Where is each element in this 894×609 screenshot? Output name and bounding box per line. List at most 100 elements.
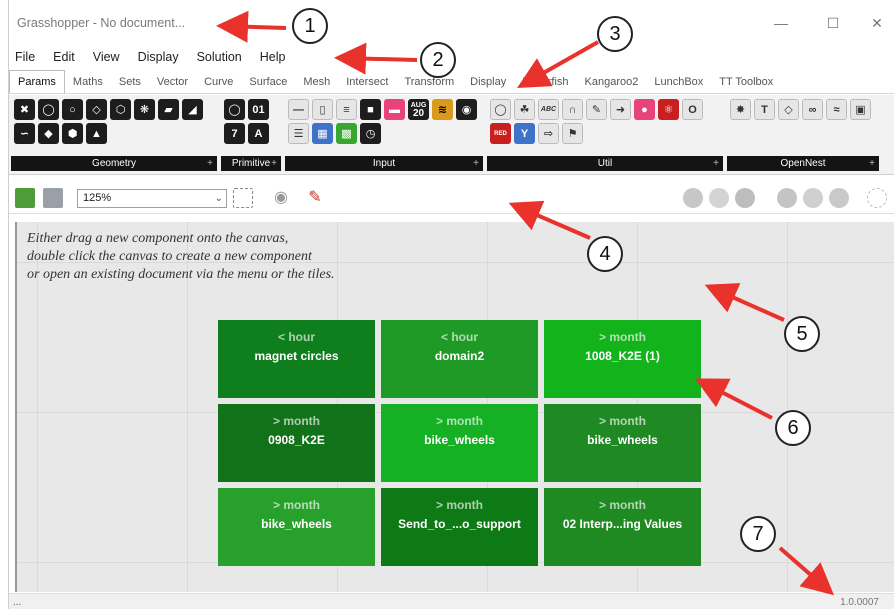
loops-icon[interactable]: ∞: [802, 99, 823, 120]
expand-icon[interactable]: +: [271, 156, 277, 171]
tab-surface[interactable]: Surface: [241, 72, 295, 93]
tab-pufferfish[interactable]: Pufferfish: [514, 72, 576, 93]
tab-mesh[interactable]: Mesh: [295, 72, 338, 93]
dotted-circle-icon[interactable]: [867, 188, 887, 208]
expand-icon[interactable]: +: [207, 156, 213, 171]
arrow-right-icon[interactable]: ➜: [610, 99, 631, 120]
arrow-outline-icon[interactable]: ⇨: [538, 123, 559, 144]
preview-sphere-icon[interactable]: [829, 188, 849, 208]
image-sampler-icon[interactable]: ▩: [336, 123, 357, 144]
menu-help[interactable]: Help: [260, 50, 286, 64]
geometry-param-icon[interactable]: ▲: [86, 123, 107, 144]
tab-intersect[interactable]: Intersect: [338, 72, 396, 93]
preview-shaded-icon[interactable]: [735, 188, 755, 208]
tab-maths[interactable]: Maths: [65, 72, 111, 93]
gradient-icon[interactable]: ▬: [384, 99, 405, 120]
value-list-icon[interactable]: ≡: [336, 99, 357, 120]
number-slider-icon[interactable]: ―: [288, 99, 309, 120]
flask-icon[interactable]: ⚑: [562, 123, 583, 144]
tab-params[interactable]: Params: [9, 70, 65, 93]
menu-file[interactable]: File: [15, 50, 35, 64]
curve-param-icon[interactable]: ∽: [14, 123, 35, 144]
calendar-icon[interactable]: AUG 20: [408, 99, 429, 120]
circle-param-icon[interactable]: ◯: [38, 99, 59, 120]
annotation-7: 7: [740, 516, 776, 552]
twisted-box-param-icon[interactable]: ⬢: [62, 123, 83, 144]
list-input-icon[interactable]: ☰: [288, 123, 309, 144]
text-t-icon[interactable]: T: [754, 99, 775, 120]
ring-icon[interactable]: O: [682, 99, 703, 120]
red-button-icon[interactable]: RED: [490, 123, 511, 144]
recent-file-tile[interactable]: > month bike_wheels: [544, 404, 701, 482]
digit-scroller-icon[interactable]: ◉: [456, 99, 477, 120]
save-file-icon[interactable]: [43, 188, 63, 208]
menu-view[interactable]: View: [93, 50, 120, 64]
glasses-icon[interactable]: ◯: [490, 99, 511, 120]
fruit-icon[interactable]: ●: [634, 99, 655, 120]
number-param-icon[interactable]: 7: [224, 123, 245, 144]
abc-icon[interactable]: ABC: [538, 99, 559, 120]
badge-icon[interactable]: ▣: [850, 99, 871, 120]
zoom-select[interactable]: 125% ⌄: [77, 189, 227, 208]
tab-lunchbox[interactable]: LunchBox: [646, 72, 711, 93]
mesh-param-icon[interactable]: ❋: [134, 99, 155, 120]
opennest-group: ✸ T ◇ ∞ ≈ ▣ OpenNest +: [727, 97, 879, 171]
maximize-icon[interactable]: ☐: [823, 14, 843, 32]
magnet-icon[interactable]: ∩: [562, 99, 583, 120]
plane-param-icon[interactable]: ▰: [158, 99, 179, 120]
tab-curve[interactable]: Curve: [196, 72, 241, 93]
recent-file-tile[interactable]: > month bike_wheels: [218, 488, 375, 566]
zoom-extents-icon[interactable]: [233, 188, 253, 208]
signal-icon[interactable]: ≈: [826, 99, 847, 120]
recent-file-tile[interactable]: > month 1008_K2E (1): [544, 320, 701, 398]
tab-kangaroo2[interactable]: Kangaroo2: [577, 72, 647, 93]
open-file-icon[interactable]: [15, 188, 35, 208]
tab-tt-toolbox[interactable]: TT Toolbox: [711, 72, 781, 93]
surface-param-icon[interactable]: ◆: [38, 123, 59, 144]
button-input-icon[interactable]: ■: [360, 99, 381, 120]
text-param-icon[interactable]: A: [248, 123, 269, 144]
tab-vector[interactable]: Vector: [149, 72, 196, 93]
annotation-4: 4: [587, 236, 623, 272]
integer-param-icon[interactable]: 01: [248, 99, 269, 120]
panel-icon[interactable]: ▯: [312, 99, 333, 120]
tab-display[interactable]: Display: [462, 72, 514, 93]
preview-mesh-icon[interactable]: [803, 188, 823, 208]
close-icon[interactable]: ✕: [867, 14, 887, 32]
menu-solution[interactable]: Solution: [197, 50, 242, 64]
expand-icon[interactable]: +: [869, 156, 875, 171]
sketch-pen-icon[interactable]: ✎: [305, 188, 325, 208]
expand-icon[interactable]: +: [713, 156, 719, 171]
windmill-icon[interactable]: ✸: [730, 99, 751, 120]
pencil-icon[interactable]: ✎: [586, 99, 607, 120]
menu-display[interactable]: Display: [138, 50, 179, 64]
boolean-param-icon[interactable]: ◯: [224, 99, 245, 120]
clock-icon[interactable]: ◷: [360, 123, 381, 144]
cherry-icon[interactable]: ⚛: [658, 99, 679, 120]
arc-param-icon[interactable]: ○: [62, 99, 83, 120]
brep-param-icon[interactable]: ⬡: [110, 99, 131, 120]
recent-file-tile[interactable]: > month bike_wheels: [381, 404, 538, 482]
preview-selected-icon[interactable]: [777, 188, 797, 208]
expand-icon[interactable]: +: [473, 156, 479, 171]
tag-icon[interactable]: ◇: [778, 99, 799, 120]
y-icon[interactable]: Y: [514, 123, 535, 144]
colour-swatch-icon[interactable]: ▦: [312, 123, 333, 144]
graph-mapper-icon[interactable]: ≋: [432, 99, 453, 120]
minimize-icon[interactable]: —: [771, 14, 791, 32]
eye-icon[interactable]: ◉: [271, 188, 291, 208]
recent-file-tile[interactable]: < hour domain2: [381, 320, 538, 398]
recent-file-tile[interactable]: < hour magnet circles: [218, 320, 375, 398]
tree-icon[interactable]: ☘: [514, 99, 535, 120]
preview-wire-icon[interactable]: [709, 188, 729, 208]
menu-edit[interactable]: Edit: [53, 50, 75, 64]
preview-off-icon[interactable]: [683, 188, 703, 208]
tab-sets[interactable]: Sets: [111, 72, 149, 93]
line-param-icon[interactable]: ◢: [182, 99, 203, 120]
recent-file-tile[interactable]: > month Send_to_...o_support: [381, 488, 538, 566]
point-param-icon[interactable]: ✖: [14, 99, 35, 120]
box-param-icon[interactable]: ◇: [86, 99, 107, 120]
util-group: ◯ ☘ ABC ∩ ✎ ➜ ● ⚛ O RED Y ⇨ ⚑ Util +: [487, 97, 723, 171]
recent-file-tile[interactable]: > month 0908_K2E: [218, 404, 375, 482]
recent-file-tile[interactable]: > month 02 Interp...ing Values: [544, 488, 701, 566]
